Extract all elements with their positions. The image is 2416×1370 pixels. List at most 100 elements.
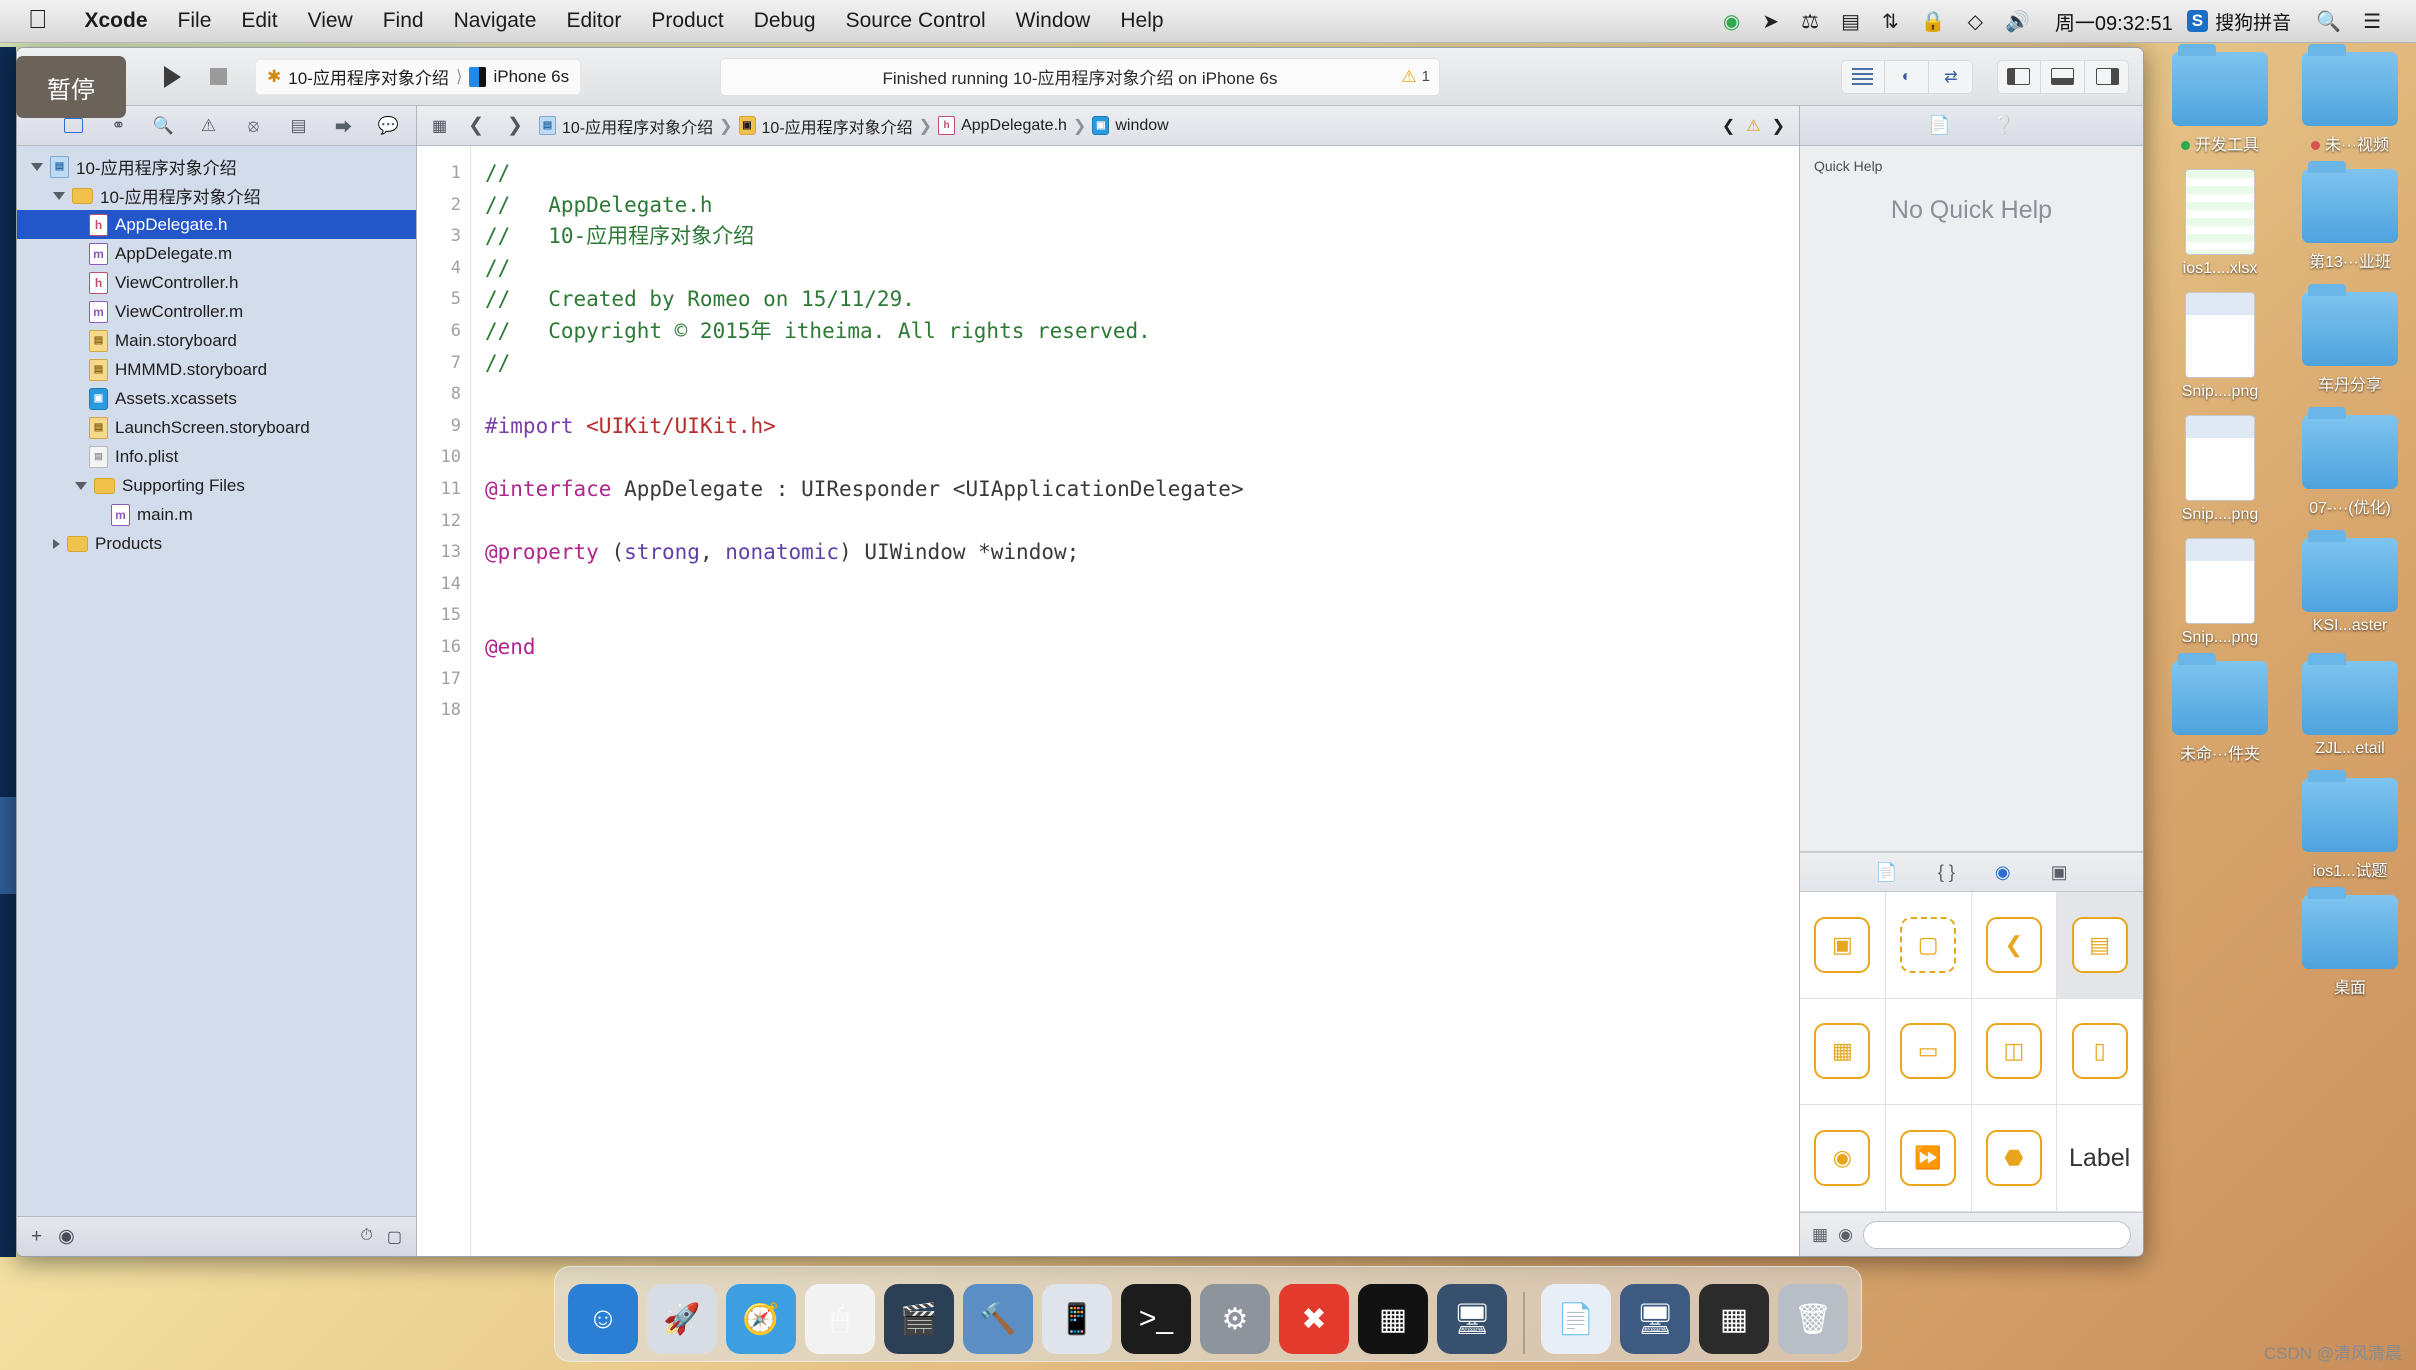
menu-source-control[interactable]: Source Control (831, 9, 1001, 33)
debug-navigator-tab[interactable]: ▤ (276, 106, 321, 146)
file-tree-row[interactable]: ▤ LaunchScreen.storyboard (17, 413, 416, 442)
dock-item-video-app[interactable]: 🎬 (884, 1284, 954, 1354)
file-tree-row[interactable]: m AppDelegate.m (17, 239, 416, 268)
library-item[interactable]: Label (2057, 1105, 2143, 1212)
dock-item-shadowsocks[interactable]: ▦ (1358, 1284, 1428, 1354)
file-tree-row[interactable]: Supporting Files (17, 471, 416, 500)
issue-warning-icon[interactable]: ⚠ (1746, 116, 1760, 136)
menu-bar-clock[interactable]: 周一09:32:51 (2041, 7, 2187, 36)
library-item[interactable]: ❮ (1971, 892, 2058, 999)
library-item[interactable]: ⬣ (1971, 1105, 2058, 1212)
run-button[interactable] (149, 59, 195, 95)
library-item[interactable]: ▤ (2057, 892, 2143, 999)
dock-item-simulator[interactable]: 📱 (1042, 1284, 1112, 1354)
back-arrow-icon[interactable]: ❮ (461, 114, 491, 137)
lock-icon[interactable]: 🔒 (1910, 9, 1957, 34)
related-items-icon[interactable]: ▦ (427, 116, 452, 136)
file-tree-row[interactable]: Products (17, 529, 416, 558)
search-icon[interactable]: 🔍 (2305, 9, 2352, 34)
desktop-icon[interactable]: Snip....png (2160, 538, 2280, 647)
file-inspector-tab[interactable]: 📄 (1928, 115, 1950, 136)
previous-issue-icon[interactable]: ❮ (1722, 116, 1735, 136)
dock-item-calculator[interactable]: ▦ (1699, 1284, 1769, 1354)
assistant-editor-button[interactable]: ◐ (1885, 59, 1929, 94)
file-tree-row[interactable]: ▤ HMMMD.storyboard (17, 355, 416, 384)
library-item[interactable]: ▯ (2057, 998, 2143, 1106)
ime-name[interactable]: 搜狗拼音 (2215, 8, 2305, 35)
menu-window[interactable]: Window (1001, 9, 1106, 33)
disclosure-triangle-icon[interactable] (53, 538, 60, 549)
desktop-icon[interactable]: 未···视频 (2290, 44, 2410, 155)
issue-navigator-tab[interactable]: ⚠ (186, 106, 231, 146)
library-item[interactable]: ▢ (1885, 892, 1972, 999)
utilities-toggle-button[interactable] (2085, 60, 2129, 94)
media-library-tab[interactable]: ▣ (2051, 862, 2068, 883)
dock-item-xmind[interactable]: ✖ (1279, 1284, 1349, 1354)
code-content[interactable]: // // AppDelegate.h // 10-应用程序对象介绍 // // Cre… (471, 146, 1799, 1256)
library-item[interactable]: ◫ (1971, 998, 2058, 1106)
menu-find[interactable]: Find (368, 9, 439, 33)
menu-navigate[interactable]: Navigate (439, 9, 552, 33)
dock-item-terminal[interactable]: >_ (1121, 1284, 1191, 1354)
desktop-icon[interactable]: 桌面 (2290, 887, 2410, 998)
menu-editor[interactable]: Editor (551, 9, 636, 33)
apple-menu-icon[interactable]:  (28, 6, 48, 32)
add-button[interactable]: + (31, 1226, 42, 1248)
grid-view-icon[interactable]: ▦ (1812, 1225, 1828, 1245)
desktop-icon[interactable]: ios1....xlsx (2160, 169, 2280, 278)
library-search-input[interactable] (1862, 1220, 2131, 1249)
dock-item-safari[interactable]: 🧭 (726, 1284, 796, 1354)
file-tree-row[interactable]: m main.m (17, 500, 416, 529)
library-item[interactable]: ▭ (1885, 998, 1972, 1106)
file-tree-row[interactable]: 10-应用程序对象介绍 (17, 181, 416, 210)
disclosure-triangle-icon[interactable] (53, 191, 65, 200)
dock-item-launchpad[interactable]: 🚀 (647, 1284, 717, 1354)
filter-button[interactable]: ◉ (58, 1225, 75, 1248)
menu-product[interactable]: Product (636, 9, 738, 33)
debug-area-toggle-button[interactable] (2041, 59, 2085, 94)
dock-item-xcode[interactable]: 🔨 (963, 1284, 1033, 1354)
dock-item-system-preferences[interactable]: ⚙ (1200, 1284, 1270, 1354)
menu-edit[interactable]: Edit (226, 9, 292, 33)
dock-item-mouse-app[interactable]: 🖱 (805, 1284, 875, 1354)
source-code-editor[interactable]: 1 2 3 4 5 6 7 8 9 10 11 12 13 14 15 16 17 18 //// AppDele… (417, 146, 1799, 1256)
volume-icon[interactable]: 🔊 (1994, 9, 2041, 34)
forward-arrow-icon[interactable]: ❯ (500, 114, 530, 137)
desktop-icon[interactable]: ZJL...etail (2290, 653, 2410, 764)
screen-record-icon[interactable]: ▤ (1830, 9, 1871, 34)
dock-item-monitor-app[interactable]: 🖥 (1620, 1284, 1690, 1354)
library-filter-icon[interactable]: ◉ (1838, 1225, 1853, 1245)
dock-item-screens[interactable]: 🖥 (1437, 1284, 1507, 1354)
file-template-library-tab[interactable]: 📄 (1875, 862, 1897, 883)
next-issue-icon[interactable]: ❯ (1772, 116, 1785, 136)
file-tree-row[interactable]: ▤ Main.storyboard (17, 326, 416, 355)
library-item[interactable]: ▦ (1800, 998, 1886, 1106)
desktop-icon[interactable] (2160, 778, 2280, 881)
library-item[interactable]: ▣ (1800, 892, 1886, 999)
menu-debug[interactable]: Debug (739, 9, 831, 33)
breadcrumb-item[interactable]: ▣ 10-应用程序对象介绍 (738, 114, 913, 138)
wifi-icon[interactable]: ◇ (1957, 9, 1994, 34)
object-library-grid[interactable]: ▣ ▢ ❮ ▤ ▦ ▭ ◫ ▯ ◉ ⏩ ⬣ Label (1800, 892, 2143, 1212)
object-library-tab[interactable]: ◉ (1995, 862, 2011, 883)
standard-editor-button[interactable] (1841, 59, 1885, 94)
desktop-icon[interactable]: 第13···业班 (2290, 161, 2410, 278)
test-navigator-tab[interactable]: ⦻ (231, 106, 276, 146)
disclosure-triangle-icon[interactable] (75, 481, 87, 490)
network-icon[interactable]: ⇅ (1871, 9, 1910, 34)
desktop-icon[interactable]: 车丹分享 (2290, 284, 2410, 401)
file-tree-row[interactable]: m ViewController.m (17, 297, 416, 326)
scheme-selector[interactable]: ✱ 10-应用程序对象介绍 ⟩ iPhone 6s (255, 58, 582, 95)
find-navigator-tab[interactable]: 🔍 (141, 106, 186, 146)
ime-badge[interactable]: S (2186, 10, 2209, 32)
bluetooth-icon[interactable]: ⚖ (1790, 9, 1830, 34)
desktop-icon[interactable]: 开发工具 (2160, 44, 2280, 155)
library-item[interactable]: ◉ (1800, 1105, 1886, 1212)
version-editor-button[interactable]: ⇄ (1929, 60, 1973, 94)
desktop-icon[interactable]: Snip....png (2160, 292, 2280, 401)
file-tree-row[interactable]: ▤ 10-应用程序对象介绍 (17, 152, 416, 181)
report-navigator-tab[interactable]: 💬 (366, 106, 411, 146)
file-tree-row[interactable]: h AppDelegate.h (17, 210, 416, 239)
code-snippet-library-tab[interactable]: { } (1938, 862, 1955, 883)
location-icon[interactable]: ➤ (1751, 9, 1790, 34)
